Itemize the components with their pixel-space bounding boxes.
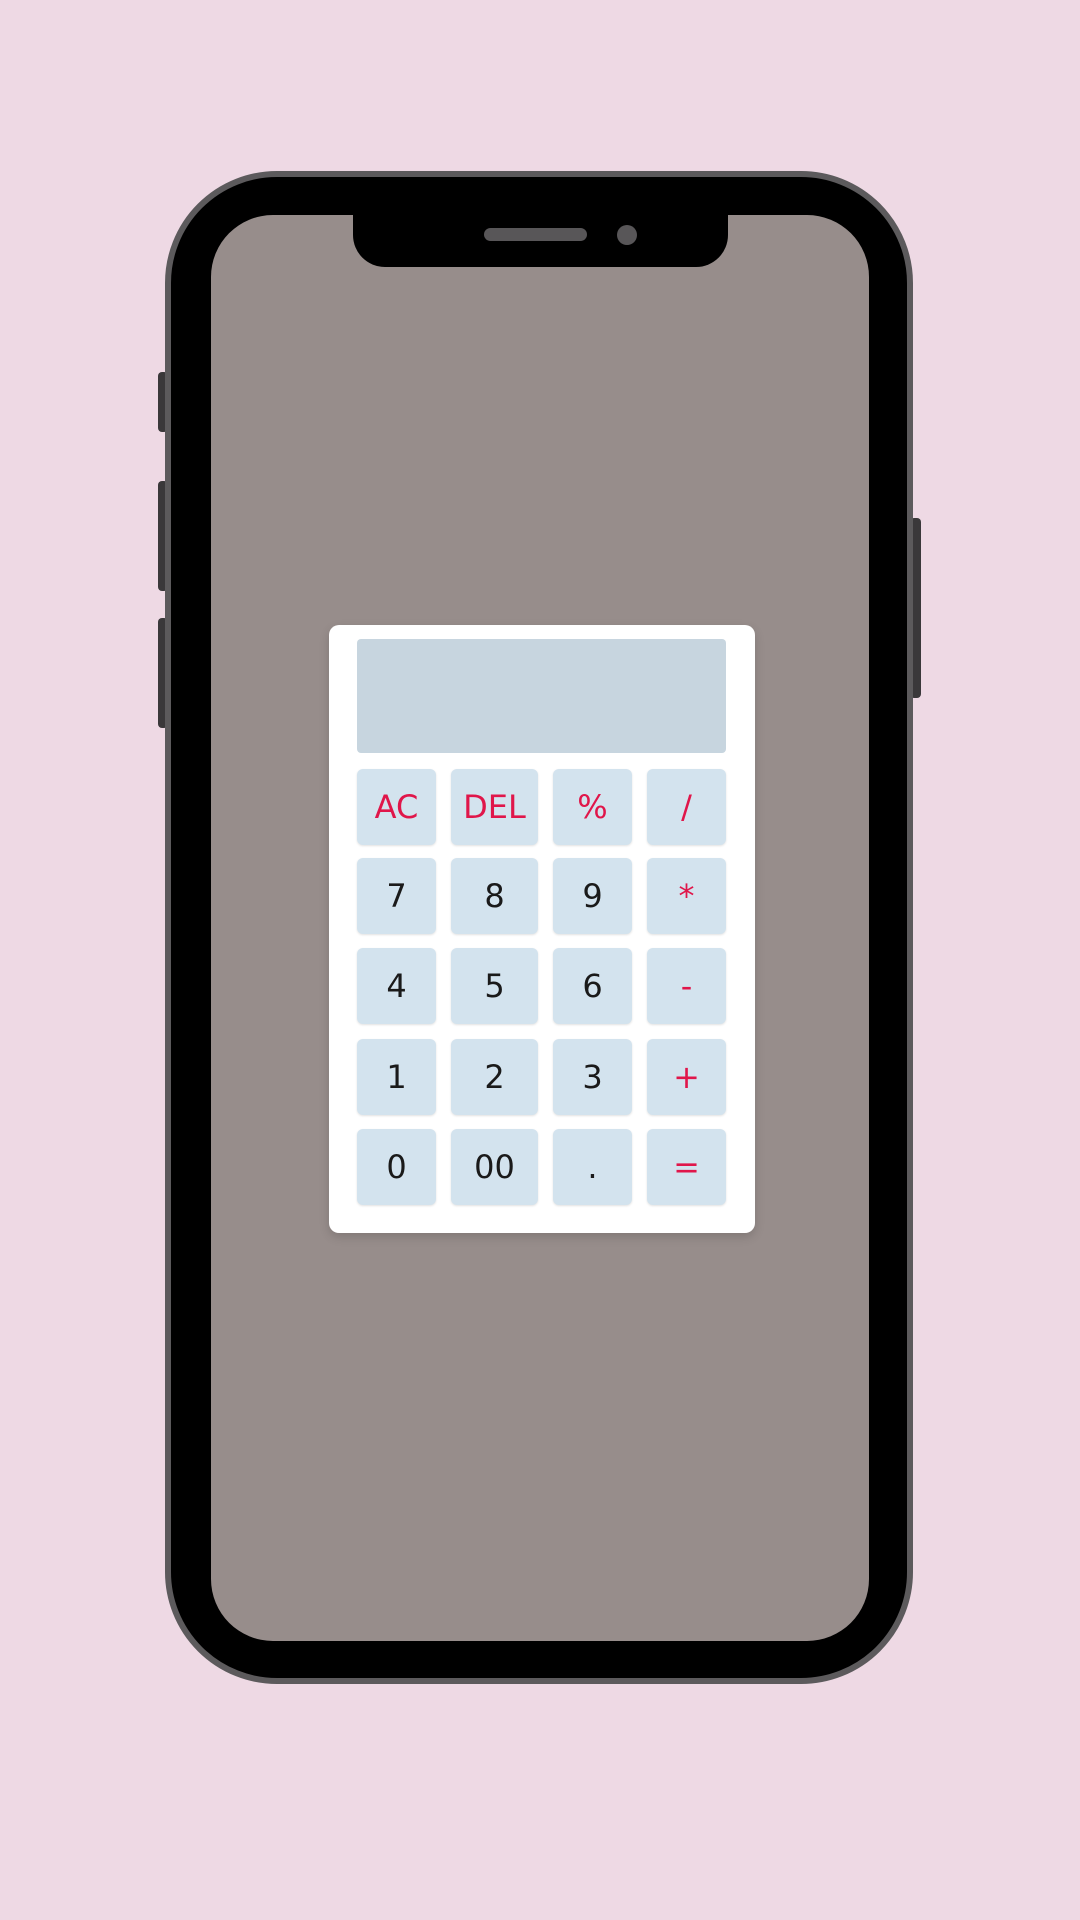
digit-2-button[interactable]: 2 [451, 1039, 538, 1115]
digit-7-button[interactable]: 7 [357, 858, 436, 934]
digit-9-button[interactable]: 9 [553, 858, 632, 934]
digit-4-button[interactable]: 4 [357, 948, 436, 1024]
delete-button[interactable]: DEL [451, 769, 538, 845]
digit-1-button[interactable]: 1 [357, 1039, 436, 1115]
digit-5-button[interactable]: 5 [451, 948, 538, 1024]
percent-button[interactable]: % [553, 769, 632, 845]
digit-0-button[interactable]: 0 [357, 1129, 436, 1205]
plus-button[interactable]: + [647, 1039, 726, 1115]
calculator-display [357, 639, 726, 753]
digit-8-button[interactable]: 8 [451, 858, 538, 934]
divide-button[interactable]: / [647, 769, 726, 845]
double-zero-button[interactable]: 00 [451, 1129, 538, 1205]
front-camera [617, 225, 637, 245]
digit-6-button[interactable]: 6 [553, 948, 632, 1024]
speaker-grille [484, 228, 587, 241]
digit-3-button[interactable]: 3 [553, 1039, 632, 1115]
calculator: AC DEL % / 7 8 9 * 4 5 6 - 1 2 3 + 0 00 … [329, 625, 755, 1233]
multiply-button[interactable]: * [647, 858, 726, 934]
all-clear-button[interactable]: AC [357, 769, 436, 845]
equals-button[interactable]: = [647, 1129, 726, 1205]
decimal-point-button[interactable]: . [553, 1129, 632, 1205]
minus-button[interactable]: - [647, 948, 726, 1024]
